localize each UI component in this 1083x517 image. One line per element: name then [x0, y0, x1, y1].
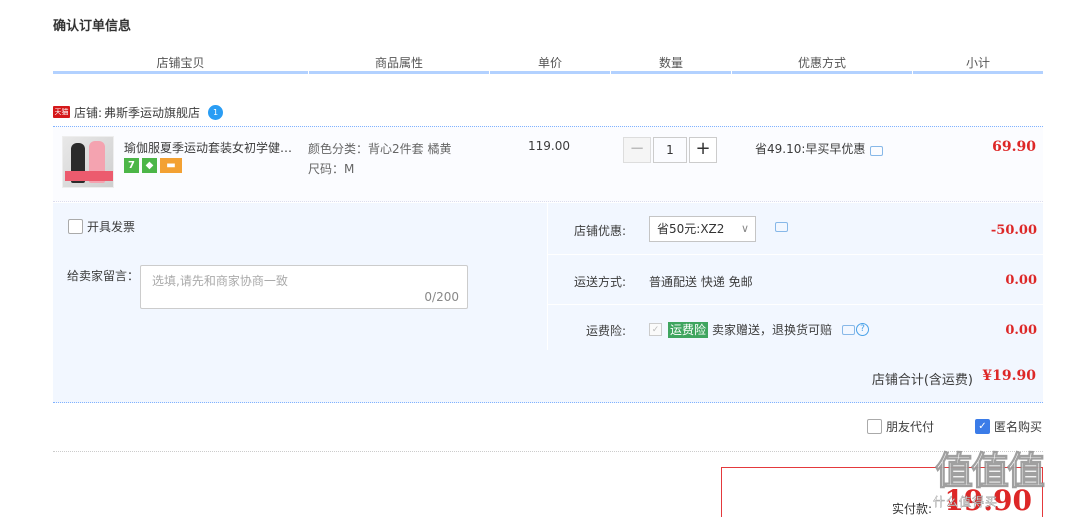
chat-icon[interactable]: 1 — [208, 104, 224, 120]
table-header: 店铺宝贝 商品属性 单价 数量 优惠方式 小计 — [53, 52, 1043, 74]
insurance-amount: 0.00 — [1005, 323, 1037, 338]
friend-pay-checkbox[interactable] — [867, 419, 882, 434]
shipping-label: 运送方式: — [573, 275, 626, 289]
shipping-row: 运送方式: 普通配送 快递 免邮 0.00 — [548, 255, 1044, 305]
options-right: 店铺优惠: 省50元:XZ2 ∨ -50.00 运送方式: 普通配送 快递 免邮… — [547, 203, 1044, 350]
memo-textarea[interactable]: 选填,请先和商家协商一致 0/200 — [140, 265, 468, 309]
insurance-text: 卖家赠送，退换货可赔 — [712, 323, 833, 337]
insurance-option: ✓ 运费险 卖家赠送，退换货可赔 ? — [649, 321, 870, 338]
friend-pay-label: 朋友代付 — [886, 420, 935, 434]
shipping-amount: 0.00 — [1005, 273, 1037, 288]
shop-total-row: 店铺合计(含运费) ¥19.90 — [53, 351, 1043, 403]
shop-coupon-row: 店铺优惠: 省50元:XZ2 ∨ -50.00 — [548, 203, 1044, 255]
insurance-tag: 运费险 — [668, 321, 709, 338]
divider — [53, 451, 1043, 452]
shop-header: 天猫 店铺: 弗斯季运动旗舰店 1 — [53, 103, 224, 121]
product-thumbnail[interactable] — [62, 136, 114, 188]
unit-price: 119.00 — [528, 139, 570, 153]
column-header-attributes: 商品属性 — [374, 56, 423, 70]
message-icon[interactable] — [842, 324, 856, 335]
quantity-stepper: − 1 + — [623, 137, 717, 163]
coupon-label: 店铺优惠: — [573, 224, 626, 238]
tmall-icon: 天猫 — [53, 106, 70, 118]
shop-label: 店铺: — [74, 105, 103, 120]
anonymous-label: 匿名购买 — [994, 420, 1043, 434]
help-icon[interactable]: ? — [856, 323, 870, 336]
watermark-logo: 值值值 — [934, 449, 1045, 494]
column-header-shop-item: 店铺宝贝 — [156, 56, 205, 70]
quantity-input[interactable]: 1 — [653, 137, 687, 163]
coupon-amount: -50.00 — [990, 223, 1037, 238]
shop-total-value: ¥19.90 — [982, 368, 1036, 384]
product-title-link[interactable]: 瑜伽服夏季运动套装女初学健身房跑步服晨跑 — [124, 139, 304, 156]
quantity-increase-button[interactable]: + — [689, 137, 717, 163]
column-header-discount: 优惠方式 — [797, 56, 846, 70]
seven-day-return-icon[interactable]: 7 — [124, 158, 139, 173]
payment-label: 实付款: — [891, 502, 932, 516]
shipping-method: 普通配送 快递 免邮 — [649, 275, 753, 289]
insurance-label: 运费险: — [585, 324, 626, 338]
column-header-unit-price: 单价 — [537, 56, 562, 70]
friend-pay-option[interactable]: 朋友代付 — [867, 418, 934, 435]
shop-total-label: 店铺合计(含运费) — [871, 373, 973, 388]
memo-char-count: 0/200 — [424, 290, 459, 304]
page-title: 确认订单信息 — [53, 19, 132, 34]
credit-card-icon[interactable]: ▬ — [160, 158, 182, 173]
insurance-row: 运费险: ✓ 运费险 卖家赠送，退换货可赔 ? 0.00 — [548, 305, 1044, 350]
discount-text: 省49.10:早买早优惠 — [755, 142, 866, 156]
watermark-subtitle: 什么值得买 — [933, 495, 999, 509]
memo-placeholder: 选填,请先和商家协商一致 — [152, 274, 288, 288]
coupon-select[interactable]: 省50元:XZ2 ∨ — [649, 216, 756, 242]
invoice-option[interactable]: 开具发票 — [68, 218, 135, 235]
product-size-attr: 尺码：M — [308, 162, 355, 176]
item-subtotal: 69.90 — [992, 139, 1036, 155]
order-options-panel: 开具发票 给卖家留言： 选填,请先和商家协商一致 0/200 店铺优惠: 省50… — [53, 203, 1044, 403]
options-left: 开具发票 给卖家留言： 选填,请先和商家协商一致 0/200 — [53, 203, 547, 350]
message-icon[interactable] — [870, 145, 884, 156]
chevron-down-icon: ∨ — [740, 222, 749, 235]
anonymous-purchase-option[interactable]: ✓ 匿名购买 — [975, 418, 1042, 435]
column-header-quantity: 数量 — [658, 56, 683, 70]
product-color-attr: 颜色分类：背心2件套 橘黄 — [308, 142, 452, 156]
shield-icon[interactable]: ◆ — [142, 158, 157, 173]
item-discount: 省49.10:早买早优惠 — [755, 140, 884, 157]
insurance-checkbox[interactable]: ✓ — [649, 323, 662, 336]
service-badges: 7 ◆ ▬ — [124, 158, 182, 173]
memo-label: 给卖家留言： — [67, 269, 140, 283]
invoice-checkbox[interactable] — [68, 219, 83, 234]
invoice-label: 开具发票 — [87, 220, 136, 234]
message-icon[interactable] — [775, 222, 788, 232]
shop-name-link[interactable]: 弗斯季运动旗舰店 — [104, 104, 200, 121]
quantity-decrease-button[interactable]: − — [623, 137, 651, 163]
order-item-row: 瑜伽服夏季运动套装女初学健身房跑步服晨跑 7 ◆ ▬ 颜色分类：背心2件套 橘黄… — [53, 126, 1043, 202]
column-header-subtotal: 小计 — [965, 56, 990, 70]
coupon-selected-value: 省50元:XZ2 — [657, 222, 725, 236]
anonymous-checkbox[interactable]: ✓ — [975, 419, 990, 434]
